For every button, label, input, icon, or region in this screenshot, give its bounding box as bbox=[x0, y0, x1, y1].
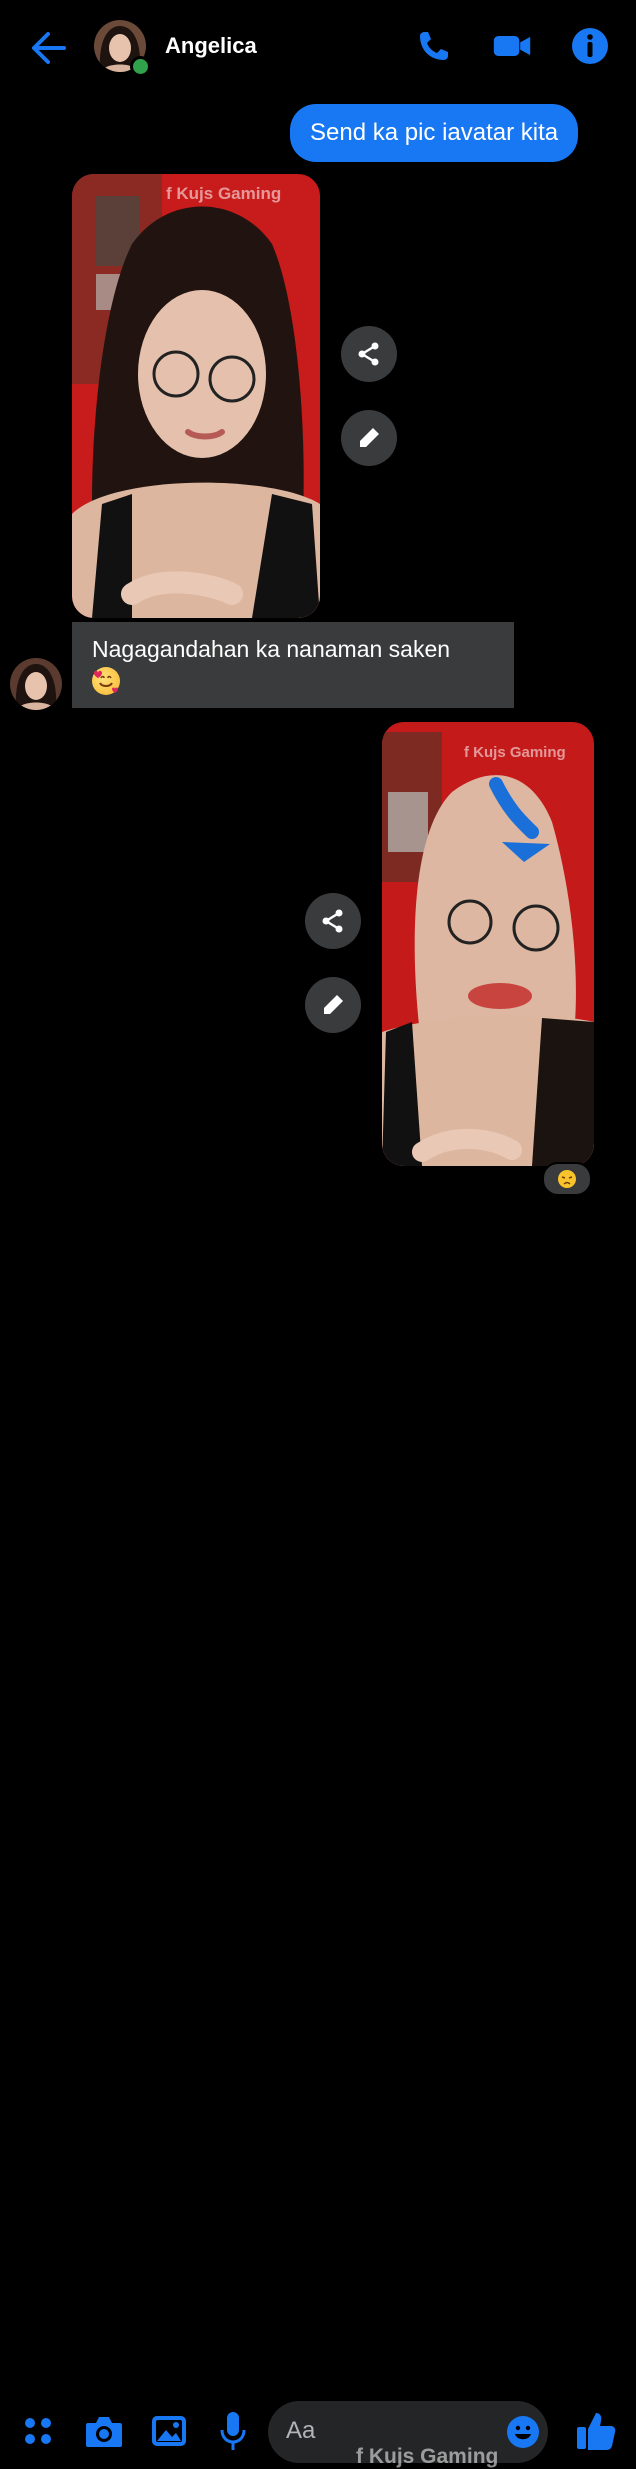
pencil-icon bbox=[360, 428, 379, 447]
phone-icon[interactable] bbox=[414, 26, 454, 66]
sender-avatar[interactable] bbox=[10, 658, 62, 710]
online-status-dot bbox=[130, 56, 151, 77]
outgoing-message-text: Send ka pic iavatar kita bbox=[310, 119, 559, 146]
apps-grid-icon[interactable] bbox=[22, 2415, 54, 2447]
edit-button[interactable] bbox=[341, 410, 397, 466]
share-button[interactable] bbox=[341, 326, 397, 382]
share-button[interactable] bbox=[305, 893, 361, 949]
microphone-icon[interactable] bbox=[218, 2410, 248, 2452]
emoji-icon[interactable] bbox=[506, 2415, 540, 2449]
back-arrow-icon[interactable] bbox=[28, 30, 68, 66]
info-icon[interactable] bbox=[570, 26, 610, 66]
share-icon bbox=[358, 342, 379, 366]
incoming-message-bubble[interactable]: Nagagandahan ka nanaman saken bbox=[72, 622, 514, 708]
smiling-face-with-hearts-emoji bbox=[92, 666, 120, 695]
outgoing-message-bubble[interactable]: Send ka pic iavatar kita bbox=[290, 104, 579, 162]
gallery-icon[interactable] bbox=[150, 2413, 188, 2449]
pencil-icon bbox=[324, 995, 343, 1014]
pensive-face-emoji bbox=[558, 1170, 576, 1188]
incoming-message-text: Nagagandahan ka nanaman saken bbox=[92, 636, 451, 662]
message-composer: Aa f Kujs Gaming bbox=[0, 1195, 636, 2468]
footer-watermark: f Kujs Gaming bbox=[356, 2445, 499, 2468]
received-photo[interactable]: f Kujs Gaming bbox=[72, 174, 320, 618]
photo-watermark: f Kujs Gaming bbox=[166, 184, 282, 203]
message-input-placeholder: Aa bbox=[286, 2417, 316, 2444]
photo-watermark: f Kujs Gaming bbox=[464, 744, 566, 761]
like-thumb-icon[interactable] bbox=[574, 2409, 618, 2453]
chat-header: Angelica bbox=[0, 0, 636, 98]
share-icon bbox=[322, 909, 343, 933]
camera-icon[interactable] bbox=[84, 2413, 124, 2449]
message-reaction[interactable] bbox=[542, 1162, 592, 1196]
sent-edited-photo[interactable]: f Kujs Gaming bbox=[382, 722, 594, 1166]
contact-name[interactable]: Angelica bbox=[165, 33, 257, 59]
edit-button[interactable] bbox=[305, 977, 361, 1033]
video-call-icon[interactable] bbox=[492, 26, 532, 66]
